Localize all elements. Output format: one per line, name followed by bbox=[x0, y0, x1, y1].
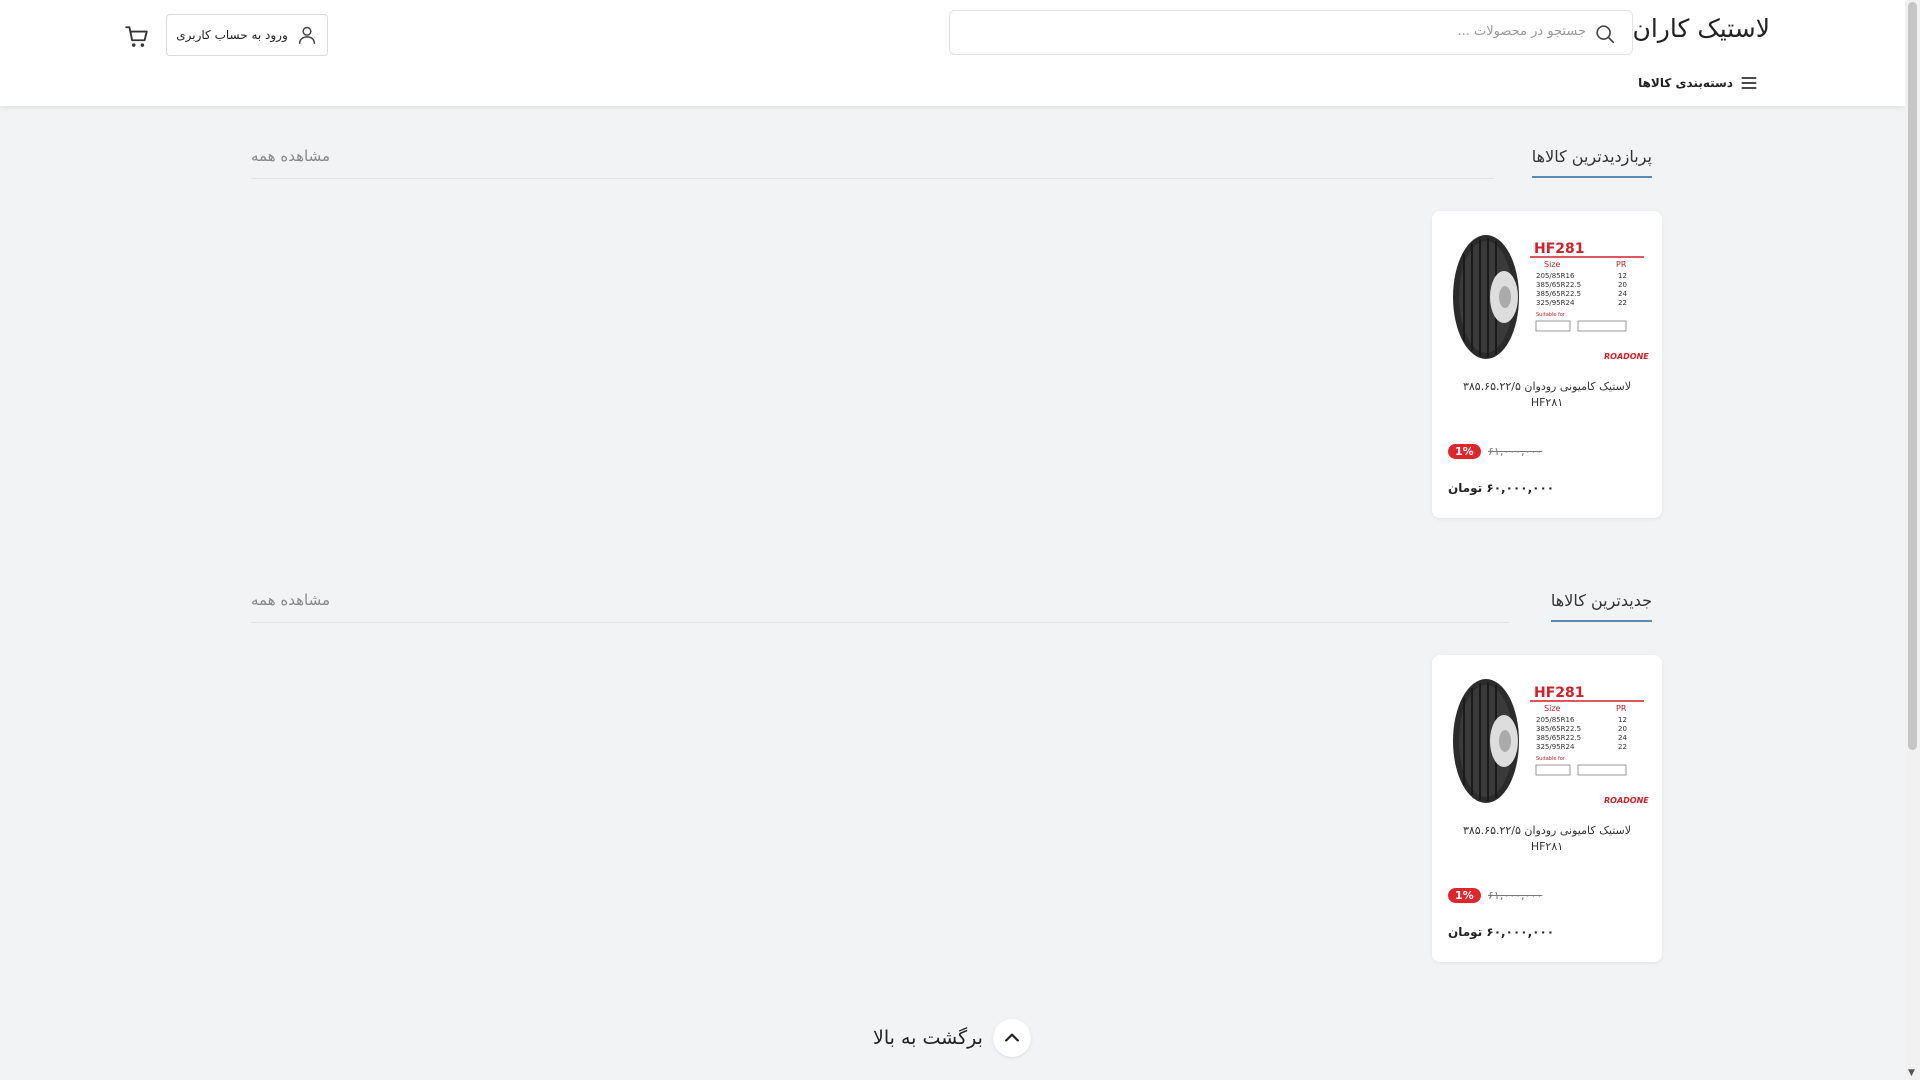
discount-badge: 1% bbox=[1448, 888, 1481, 903]
spec-cell: 205/85R16 bbox=[1536, 272, 1575, 280]
spec-cell: 24 bbox=[1618, 734, 1627, 742]
product-price: ۶۰,۰۰۰,۰۰۰ تومان bbox=[1448, 481, 1555, 495]
see-all-link[interactable]: مشاهده همه bbox=[251, 147, 330, 165]
back-to-top-button[interactable]: برگشت به بالا bbox=[873, 1019, 1031, 1057]
spec-cell: 385/65R22.5 bbox=[1536, 290, 1581, 298]
section-divider bbox=[251, 178, 1494, 179]
categories-label: دسته‌بندی کالاها bbox=[1638, 76, 1733, 90]
scrollbar-thumb[interactable] bbox=[1908, 2, 1917, 750]
login-label: ورود به حساب کاربری bbox=[176, 28, 288, 42]
brand-text: ROADONE bbox=[1604, 352, 1649, 361]
model-text: HF281 bbox=[1534, 241, 1585, 257]
user-icon bbox=[298, 26, 315, 44]
cart-icon[interactable] bbox=[124, 24, 150, 50]
chevron-up-icon bbox=[1004, 1033, 1019, 1042]
site-logo[interactable]: لاستیک کاران bbox=[1632, 14, 1770, 43]
spec-cell: 325/95R24 bbox=[1536, 299, 1575, 307]
product-card[interactable]: HF281 Size PR 205/85R16 12 385/65R22.5 2… bbox=[1432, 211, 1662, 518]
product-image[interactable]: HF281 Size PR 205/85R16 12 385/65R22.5 2… bbox=[1444, 673, 1650, 813]
spec-header: Size bbox=[1544, 260, 1561, 269]
newest-title: جدیدترین کالاها bbox=[1550, 591, 1652, 622]
discount-badge: 1% bbox=[1448, 444, 1481, 459]
scrollbar[interactable]: ▼ bbox=[1905, 0, 1920, 1080]
categories-menu[interactable]: دسته‌بندی کالاها bbox=[1638, 73, 1759, 93]
old-price: ۶۱,۰۰۰,۰۰۰ bbox=[1488, 889, 1543, 902]
search-icon[interactable] bbox=[1594, 23, 1616, 45]
spec-header: PR bbox=[1616, 260, 1627, 269]
spec-cell: 22 bbox=[1618, 299, 1627, 307]
search-input[interactable]: جستجو در محصولات ... bbox=[949, 10, 1633, 55]
spec-cell: 205/85R16 bbox=[1536, 716, 1575, 724]
site-header: لاستیک کاران جستجو در محصولات ... دسته‌ب… bbox=[0, 0, 1905, 106]
spec-cell: 22 bbox=[1618, 743, 1627, 751]
spec-cell: 24 bbox=[1618, 290, 1627, 298]
spec-suitable: Suitable for bbox=[1536, 756, 1566, 762]
product-card[interactable]: HF281 Size PR 205/85R16 12 385/65R22.5 2… bbox=[1432, 655, 1662, 962]
product-name[interactable]: لاستیک کامیونی رودوان ۳۸۵.۶۵.۲۲/۵ HF۲۸۱ bbox=[1446, 823, 1648, 855]
spec-header: Size bbox=[1544, 704, 1561, 713]
product-image[interactable]: HF281 Size PR 205/85R16 12 385/65R22.5 2… bbox=[1444, 229, 1650, 369]
spec-cell: 20 bbox=[1618, 725, 1627, 733]
spec-cell: 12 bbox=[1618, 716, 1627, 724]
scroll-down-icon[interactable]: ▼ bbox=[1908, 1068, 1915, 1078]
search-placeholder: جستجو در محصولات ... bbox=[1457, 24, 1586, 39]
spec-cell: 385/65R22.5 bbox=[1536, 725, 1581, 733]
section-divider bbox=[251, 622, 1509, 623]
spec-header: PR bbox=[1616, 704, 1627, 713]
product-name[interactable]: لاستیک کامیونی رودوان ۳۸۵.۶۵.۲۲/۵ HF۲۸۱ bbox=[1446, 379, 1648, 411]
back-to-top-label: برگشت به بالا bbox=[873, 1027, 983, 1049]
see-all-link[interactable]: مشاهده همه bbox=[251, 591, 330, 609]
spec-cell: 385/65R22.5 bbox=[1536, 281, 1581, 289]
login-button[interactable]: ورود به حساب کاربری bbox=[166, 14, 328, 56]
spec-suitable: Suitable for bbox=[1536, 312, 1566, 318]
product-price: ۶۰,۰۰۰,۰۰۰ تومان bbox=[1448, 925, 1555, 939]
back-to-top-circle[interactable] bbox=[992, 1019, 1031, 1057]
model-text: HF281 bbox=[1534, 685, 1585, 701]
most-viewed-title: پربازدیدترین کالاها bbox=[1531, 147, 1652, 178]
old-price: ۶۱,۰۰۰,۰۰۰ bbox=[1488, 445, 1543, 458]
spec-cell: 385/65R22.5 bbox=[1536, 734, 1581, 742]
spec-cell: 20 bbox=[1618, 281, 1627, 289]
brand-text: ROADONE bbox=[1604, 796, 1649, 805]
spec-cell: 325/95R24 bbox=[1536, 743, 1575, 751]
spec-cell: 12 bbox=[1618, 272, 1627, 280]
menu-icon bbox=[1741, 77, 1757, 89]
